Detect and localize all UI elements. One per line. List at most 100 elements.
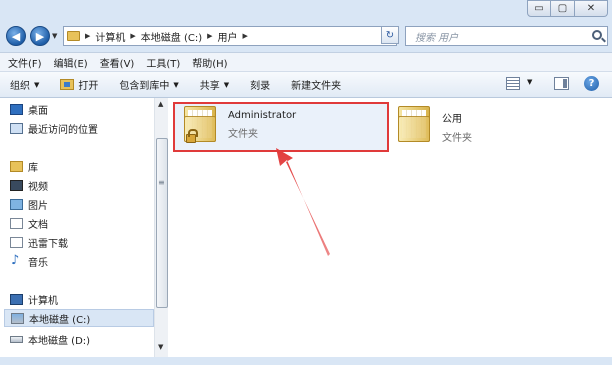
refresh-button[interactable]: ↻ [381,26,399,44]
download-icon [10,236,23,248]
breadcrumb-separator-icon[interactable]: ▶ [243,32,248,40]
help-icon[interactable]: ? [584,76,599,91]
chevron-down-icon: ▼ [173,80,179,89]
breadcrumb-separator-icon[interactable]: ▶ [207,32,212,40]
recent-places-icon [10,122,23,134]
folder-item-administrator[interactable]: Administrator 文件夹 [182,104,296,144]
folder-icon [67,31,80,41]
breadcrumb-users[interactable]: 用户 [218,29,238,44]
nav-item-music[interactable]: 音乐 [10,252,48,270]
nav-item-label: 计算机 [28,295,58,307]
close-icon: ✕ [586,3,596,14]
burn-button[interactable]: 刻录 [250,77,270,92]
video-icon [10,179,23,191]
address-row: ◀ ▶ ▼ ▶ 计算机 ▶ 本地磁盘 (C:) ▶ 用户 ▶ ▼ ↻ 搜索 用户 [0,23,612,49]
nav-item-label: 图片 [28,200,48,212]
forward-button[interactable]: ▶ [30,26,50,46]
search-input[interactable]: 搜索 用户 [405,26,608,46]
nav-item-label: 迅雷下载 [28,238,68,250]
nav-item-thunder-downloads[interactable]: 迅雷下载 [10,233,68,251]
breadcrumb-drive-c[interactable]: 本地磁盘 (C:) [141,29,202,44]
maximize-button[interactable]: ▢ [551,0,575,17]
computer-icon [10,293,23,305]
menu-view[interactable]: 查看(V) [100,55,135,70]
scroll-down-icon[interactable]: ▼ [158,343,163,351]
maximize-icon: ▢ [557,3,568,14]
menu-help[interactable]: 帮助(H) [192,55,227,70]
nav-item-desktop[interactable]: 桌面 [10,100,48,118]
preview-pane-icon[interactable] [554,77,569,90]
new-folder-label: 新建文件夹 [291,81,342,92]
breadcrumb-computer[interactable]: 计算机 [95,29,125,44]
scroll-up-icon[interactable]: ▲ [158,100,163,108]
desktop-icon [10,103,23,115]
open-label: 打开 [78,81,99,92]
organize-button[interactable]: 组织 ▼ [10,77,40,93]
organize-label: 组织 [10,81,30,92]
nav-item-label: 视频 [28,181,48,193]
lock-icon [186,129,198,143]
folder-icon [396,104,432,144]
share-button[interactable]: 共享 ▼ [200,77,230,93]
help-glyph: ? [588,78,595,89]
nav-item-label: 库 [28,162,38,174]
nav-item-label: 最近访问的位置 [28,124,98,136]
minimize-button[interactable]: ▭ [527,0,551,17]
file-name: 公用 [442,114,462,125]
search-icon[interactable] [592,30,602,40]
nav-item-library[interactable]: 库 [10,157,38,175]
scroll-grip-icon: ≡ [158,178,165,187]
minimize-icon: ▭ [534,3,544,14]
nav-item-video[interactable]: 视频 [10,176,48,194]
change-view-icon[interactable] [506,77,520,90]
address-bar[interactable]: ▶ 计算机 ▶ 本地磁盘 (C:) ▶ 用户 ▶ ▼ [63,26,438,46]
nav-item-drive-c[interactable]: 本地磁盘 (C:) [4,309,154,327]
nav-item-label: 桌面 [28,105,48,117]
file-name: Administrator [228,110,297,121]
nav-item-label: 本地磁盘 (C:) [29,314,91,326]
menu-tools[interactable]: 工具(T) [146,55,180,70]
chevron-down-icon: ▼ [223,80,230,89]
menu-bar: 文件(F) 编辑(E) 查看(V) 工具(T) 帮助(H) [0,52,612,71]
picture-icon [10,198,23,210]
breadcrumb-separator-icon[interactable]: ▶ [85,32,90,40]
nav-item-documents[interactable]: 文档 [10,214,48,232]
breadcrumb-separator-icon[interactable]: ▶ [130,32,135,40]
burn-label: 刻录 [250,81,271,92]
include-in-library-label: 包含到库中 [119,81,170,92]
file-type: 文件夹 [442,133,472,144]
explorer-window: ▭ ▢ ✕ ◀ ▶ ▼ ▶ 计算机 ▶ 本地磁盘 (C:) ▶ 用户 ▶ ▼ ↻… [0,0,612,365]
refresh-icon: ↻ [385,29,395,41]
music-icon [10,253,23,268]
nav-item-label: 文档 [28,219,48,231]
nav-item-recent-places[interactable]: 最近访问的位置 [10,119,98,137]
drive-icon [10,335,23,343]
drive-c-icon [11,312,24,324]
library-icon [10,160,23,172]
chevron-down-icon[interactable]: ▼ [527,78,532,86]
menu-edit[interactable]: 编辑(E) [54,55,88,70]
document-icon [10,217,23,229]
nav-item-computer[interactable]: 计算机 [10,290,58,308]
nav-scrollbar[interactable]: ▲ ≡ ▼ [154,98,168,357]
folder-item-public[interactable]: 公用 文件夹 [396,104,472,144]
chevron-down-icon: ▼ [34,80,40,89]
back-arrow-icon: ◀ [11,29,21,43]
recent-pages-dropdown[interactable]: ▼ [52,32,57,40]
navigation-pane: 桌面 最近访问的位置 库 视频 图片 文档 迅雷下载 音乐 [0,98,154,357]
new-folder-button[interactable]: 新建文件夹 [291,77,341,92]
nav-item-drive-d[interactable]: 本地磁盘 (D:) [10,330,90,348]
file-type: 文件夹 [228,129,258,140]
back-button[interactable]: ◀ [6,26,26,46]
forward-arrow-icon: ▶ [35,29,45,43]
scroll-thumb[interactable] [156,138,168,308]
nav-item-label: 本地磁盘 (D:) [28,335,91,347]
nav-item-pictures[interactable]: 图片 [10,195,48,213]
nav-item-label: 音乐 [28,257,48,269]
include-in-library-button[interactable]: 包含到库中 ▼ [119,77,179,93]
close-button[interactable]: ✕ [575,0,608,17]
open-icon [60,79,75,90]
command-bar: 组织 ▼ 打开 包含到库中 ▼ 共享 ▼ 刻录 新建文件夹 [0,71,612,98]
open-button[interactable]: 打开 [60,77,98,92]
menu-file[interactable]: 文件(F) [8,55,42,70]
